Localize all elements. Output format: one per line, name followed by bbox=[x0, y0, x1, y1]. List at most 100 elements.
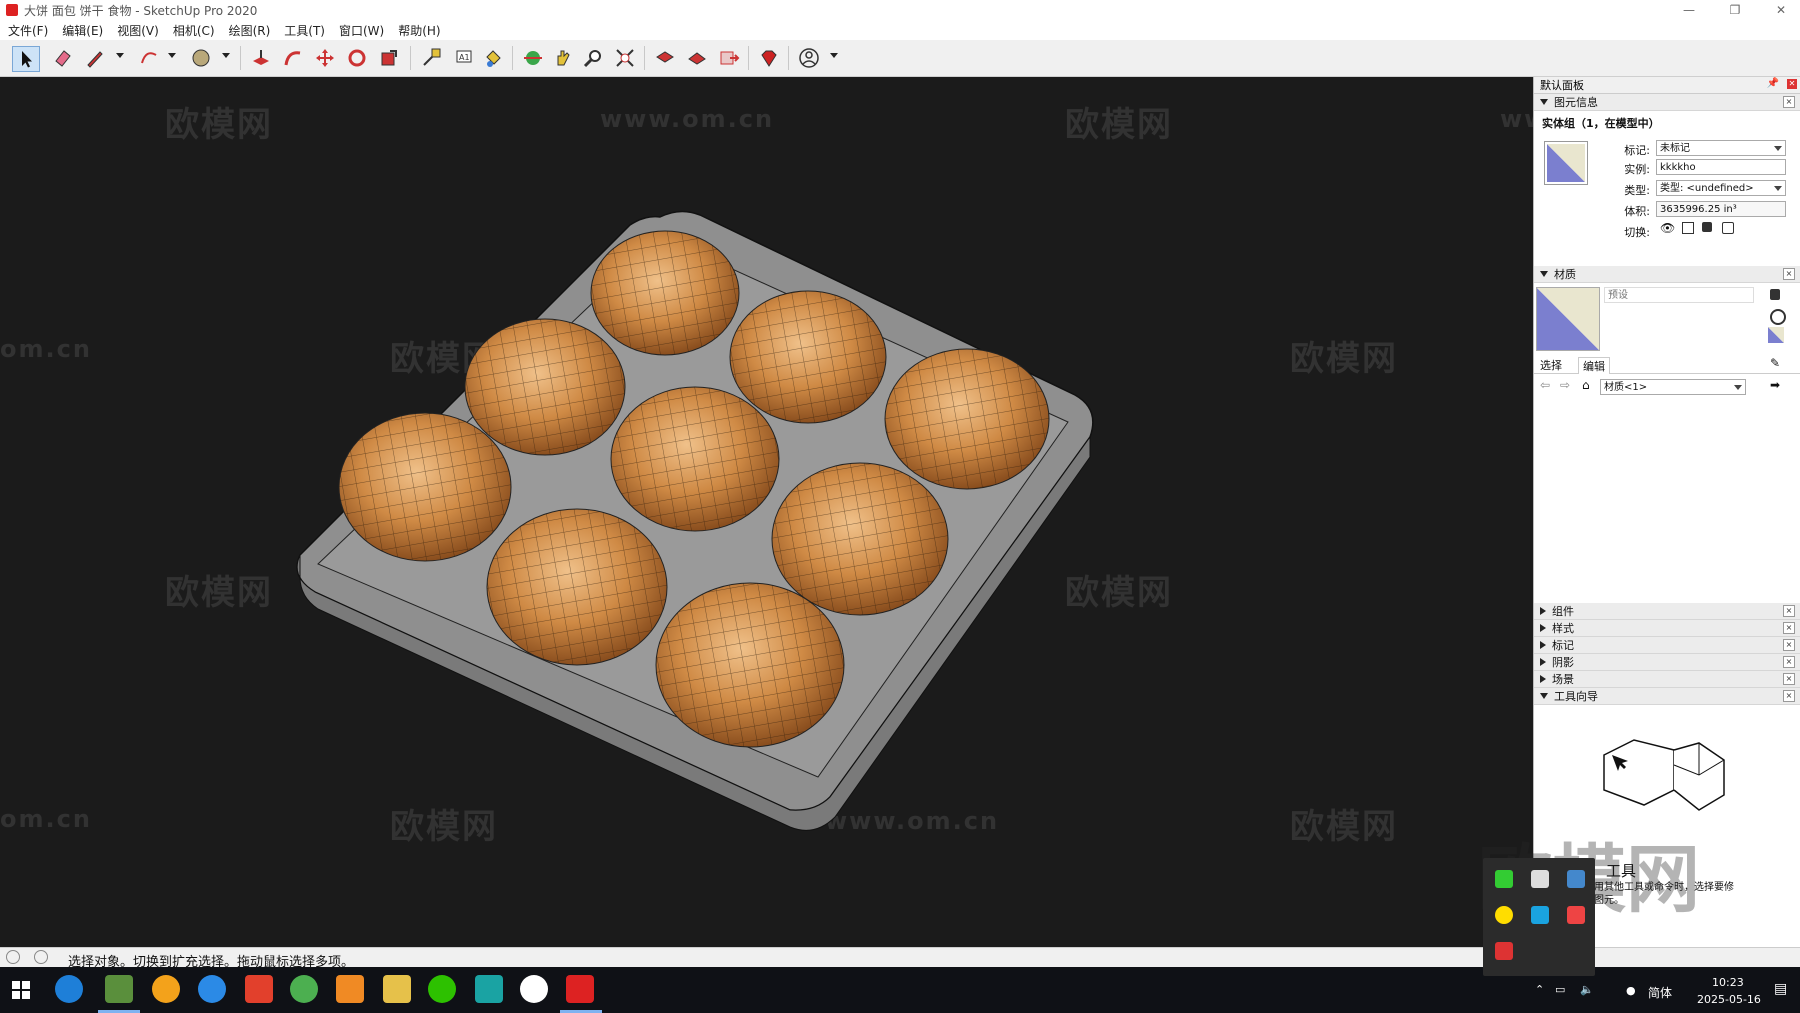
ie-browser-icon[interactable] bbox=[55, 975, 83, 1003]
qq-icon[interactable] bbox=[520, 975, 548, 1003]
notification-icon[interactable]: ▤ bbox=[1774, 981, 1787, 997]
menu-file[interactable]: 文件(F) bbox=[8, 22, 48, 39]
chevron-down-icon[interactable] bbox=[222, 53, 230, 58]
wechat-tray-icon[interactable]: ● bbox=[1626, 984, 1636, 997]
3d-warehouse-button[interactable] bbox=[652, 46, 678, 70]
visibility-eye-icon[interactable]: 👁 bbox=[1660, 221, 1675, 235]
info-icon[interactable] bbox=[34, 950, 48, 964]
entity-info-header[interactable]: 图元信息 × bbox=[1534, 94, 1800, 111]
scale-tool-button[interactable] bbox=[376, 46, 402, 70]
minimize-button[interactable]: — bbox=[1666, 0, 1712, 20]
minecraft-icon[interactable] bbox=[105, 975, 133, 1003]
clock-date[interactable]: 2025-05-16 bbox=[1697, 993, 1761, 1006]
shadows-header[interactable]: 阴影 × bbox=[1534, 654, 1800, 671]
close-button[interactable]: ✕ bbox=[1758, 0, 1800, 20]
extension-manager-button[interactable] bbox=[756, 46, 782, 70]
type-select[interactable]: 类型: <undefined> bbox=[1656, 180, 1786, 196]
tag-select[interactable]: 未标记 bbox=[1656, 140, 1786, 156]
zoom-tool-button[interactable] bbox=[580, 46, 606, 70]
menu-draw[interactable]: 绘图(R) bbox=[229, 22, 271, 39]
model-viewport[interactable]: 欧模网 www.om.cn 欧模网 ww om.cn 欧模网 欧模网 欧模网 欧… bbox=[0, 77, 1533, 947]
wechat-icon[interactable] bbox=[428, 975, 456, 1003]
tab-edit[interactable]: 编辑 bbox=[1578, 357, 1610, 374]
lock-icon[interactable] bbox=[1682, 222, 1694, 234]
network-icon[interactable]: ▭ bbox=[1555, 983, 1565, 996]
home-icon[interactable]: ⌂ bbox=[1582, 378, 1590, 392]
material-thumbnail[interactable] bbox=[1544, 141, 1588, 185]
pan-tool-button[interactable] bbox=[550, 46, 576, 70]
material-library-list[interactable] bbox=[1534, 401, 1800, 601]
clock-time[interactable]: 10:23 bbox=[1712, 976, 1744, 989]
default-material-icon[interactable] bbox=[1768, 327, 1784, 343]
eraser-tool-button[interactable] bbox=[50, 46, 76, 70]
circle-tool-button[interactable] bbox=[188, 46, 214, 70]
styles-header[interactable]: 样式 × bbox=[1534, 620, 1800, 637]
rotate-tool-button[interactable] bbox=[344, 46, 370, 70]
scenes-header[interactable]: 场景 × bbox=[1534, 671, 1800, 688]
close-icon[interactable]: × bbox=[1783, 639, 1795, 651]
ime-indicator[interactable]: 简体 bbox=[1648, 984, 1672, 1001]
components-header[interactable]: 组件 × bbox=[1534, 603, 1800, 620]
instructor-header[interactable]: 工具向导 × bbox=[1534, 688, 1800, 705]
tray-app-icon[interactable] bbox=[1531, 906, 1549, 924]
close-icon[interactable]: ✕ bbox=[1787, 79, 1797, 89]
tags-header[interactable]: 标记 × bbox=[1534, 637, 1800, 654]
arc-tool-button[interactable] bbox=[136, 46, 162, 70]
close-icon[interactable]: × bbox=[1783, 673, 1795, 685]
menu-view[interactable]: 视图(V) bbox=[117, 22, 159, 39]
orbit-tool-button[interactable] bbox=[520, 46, 546, 70]
windows-start-icon[interactable] bbox=[12, 981, 30, 999]
tray-app-icon[interactable] bbox=[1495, 906, 1513, 924]
menu-edit[interactable]: 编辑(E) bbox=[62, 22, 103, 39]
file-explorer-icon[interactable] bbox=[383, 975, 411, 1003]
material-library-select[interactable]: 材质<1> bbox=[1600, 379, 1746, 395]
shadow-receive-icon[interactable] bbox=[1722, 222, 1734, 234]
select-tool-button[interactable] bbox=[12, 46, 40, 72]
eyedropper-icon[interactable]: ✎ bbox=[1770, 356, 1780, 370]
sketchup-taskbar-icon[interactable] bbox=[566, 975, 594, 1003]
tray-app-icon[interactable] bbox=[1531, 870, 1549, 888]
tray-app-icon[interactable] bbox=[1495, 942, 1513, 960]
close-icon[interactable]: × bbox=[1783, 268, 1795, 280]
forward-arrow-icon[interactable]: ⇨ bbox=[1560, 378, 1570, 392]
volume-icon[interactable]: 🔈 bbox=[1580, 983, 1594, 996]
follow-me-tool-button[interactable] bbox=[280, 46, 306, 70]
tape-measure-tool-button[interactable] bbox=[418, 46, 444, 70]
push-pull-tool-button[interactable] bbox=[248, 46, 274, 70]
3dsmax-icon[interactable] bbox=[475, 975, 503, 1003]
close-icon[interactable]: × bbox=[1783, 656, 1795, 668]
video-app-icon[interactable] bbox=[245, 975, 273, 1003]
photo-app-icon[interactable] bbox=[336, 975, 364, 1003]
tray-app-icon[interactable] bbox=[1495, 870, 1513, 888]
move-tool-button[interactable] bbox=[312, 46, 338, 70]
geolocation-icon[interactable] bbox=[6, 950, 20, 964]
close-icon[interactable]: × bbox=[1783, 96, 1795, 108]
menu-window[interactable]: 窗口(W) bbox=[339, 22, 384, 39]
display-secondary-icon[interactable] bbox=[1770, 289, 1780, 300]
chevron-down-icon[interactable] bbox=[116, 53, 124, 58]
tab-select[interactable]: 选择 bbox=[1540, 357, 1562, 373]
tray-app-icon[interactable] bbox=[1567, 870, 1585, 888]
restore-button[interactable]: ❐ bbox=[1712, 0, 1758, 20]
instance-name-input[interactable]: kkkkho bbox=[1656, 159, 1786, 175]
text-tool-button[interactable]: A1 bbox=[450, 46, 476, 70]
materials-header[interactable]: 材质 × bbox=[1534, 266, 1800, 283]
account-button[interactable] bbox=[796, 46, 822, 70]
create-material-icon[interactable] bbox=[1770, 309, 1786, 325]
paint-bucket-tool-button[interactable] bbox=[480, 46, 506, 70]
chevron-down-icon[interactable] bbox=[168, 53, 176, 58]
tray-app-icon[interactable] bbox=[1567, 906, 1585, 924]
back-arrow-icon[interactable]: ⇦ bbox=[1540, 378, 1550, 392]
chrome-icon[interactable] bbox=[290, 975, 318, 1003]
chevron-down-icon[interactable] bbox=[830, 53, 838, 58]
line-tool-button[interactable] bbox=[82, 46, 108, 70]
extension-warehouse-button[interactable] bbox=[684, 46, 710, 70]
close-icon[interactable]: × bbox=[1783, 622, 1795, 634]
close-icon[interactable]: × bbox=[1783, 605, 1795, 617]
layout-send-button[interactable] bbox=[716, 46, 742, 70]
media-player-icon[interactable] bbox=[152, 975, 180, 1003]
menu-camera[interactable]: 相机(C) bbox=[173, 22, 215, 39]
menu-help[interactable]: 帮助(H) bbox=[398, 22, 440, 39]
shadow-cast-icon[interactable] bbox=[1702, 222, 1712, 232]
details-arrow-icon[interactable]: ➡ bbox=[1770, 378, 1780, 392]
